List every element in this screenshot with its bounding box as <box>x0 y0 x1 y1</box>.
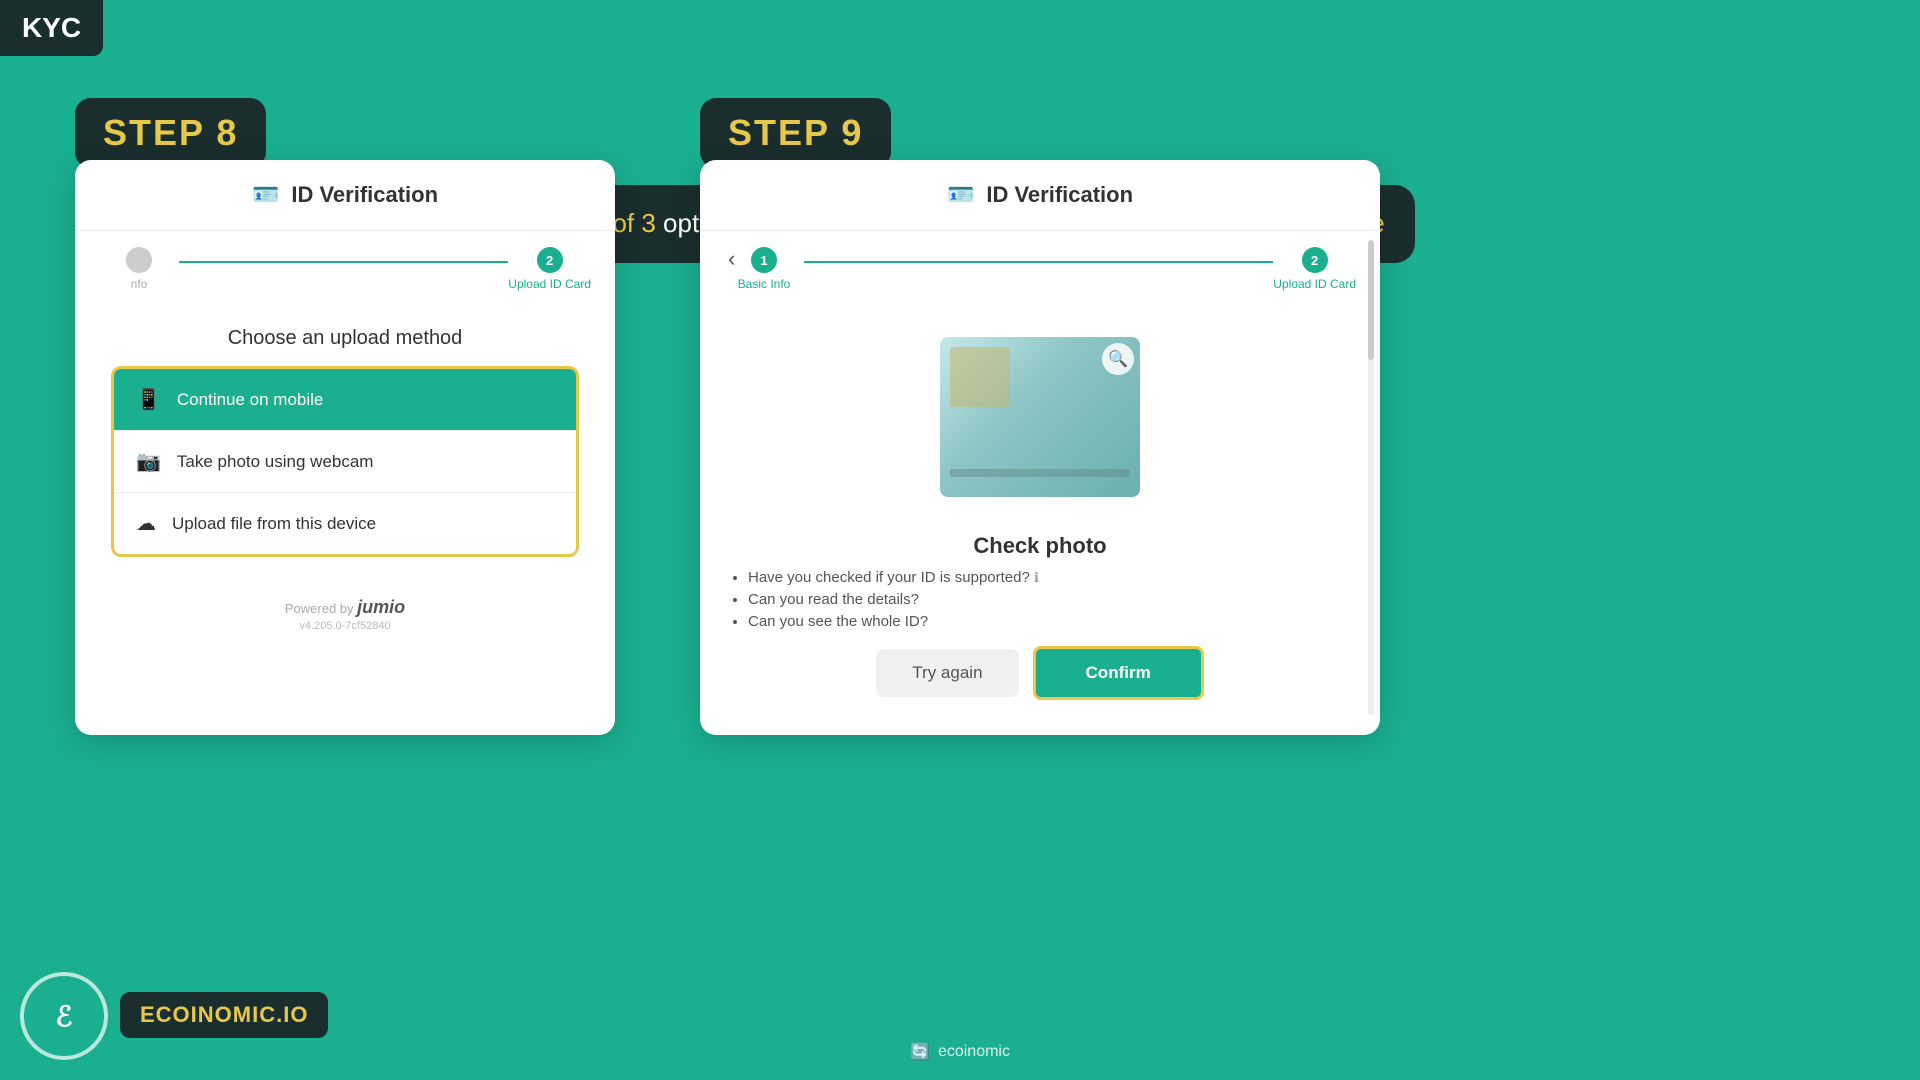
upload-option-list: 📱 Continue on mobile 📷 Take photo using … <box>111 366 579 557</box>
zoom-button[interactable]: 🔍 <box>1102 343 1134 375</box>
powered-by-text: Powered by <box>285 601 357 616</box>
left-step1-circle <box>126 247 152 273</box>
scroll-indicator <box>1368 240 1374 715</box>
upload-icon: ☁ <box>136 511 156 536</box>
upload-method-title: Choose an upload method <box>75 327 615 350</box>
brand-name: ECOINOMIC.IO <box>120 992 328 1038</box>
right-panel-header: 🪪 ID Verification <box>700 160 1380 231</box>
step9-label: STEP 9 <box>700 98 891 168</box>
webcam-icon: 📷 <box>136 449 161 474</box>
back-button[interactable]: ‹ <box>718 242 745 276</box>
left-progress-bar: nfo 2 Upload ID Card <box>75 231 615 307</box>
left-step1-label: nfo <box>131 277 148 291</box>
right-step1-circle: 1 <box>751 247 777 273</box>
right-progress-bar: 1 Basic Info 2 Upload ID Card <box>700 231 1380 307</box>
left-step2-label: Upload ID Card <box>508 277 591 291</box>
bottom-logo-text: ecoinomic <box>938 1043 1010 1061</box>
left-progress-line <box>179 261 508 263</box>
right-panel: 🪪 ID Verification 1 Basic Info 2 Upload … <box>700 160 1380 735</box>
scroll-thumb <box>1368 240 1374 360</box>
check-item-2-text: Can you read the details? <box>748 591 919 608</box>
version-number: v4.205.0-7cf52840 <box>75 620 615 632</box>
check-item-1: Have you checked if your ID is supported… <box>748 569 1380 586</box>
option-webcam[interactable]: 📷 Take photo using webcam <box>114 431 576 493</box>
left-step2: 2 Upload ID Card <box>508 247 591 291</box>
left-step2-circle: 2 <box>537 247 563 273</box>
id-image-container: 🔍 <box>740 317 1340 517</box>
kyc-badge: KYC <box>0 0 103 56</box>
option-upload-file-label: Upload file from this device <box>172 514 376 534</box>
right-panel-title: ID Verification <box>986 182 1133 208</box>
bottom-logo-icon: 🔄 <box>910 1042 930 1062</box>
check-item-1-text: Have you checked if your ID is supported… <box>748 569 1030 586</box>
right-progress-line <box>804 261 1273 263</box>
logo-circle: ℰ <box>20 972 108 1060</box>
option-upload-file[interactable]: ☁ Upload file from this device <box>114 493 576 554</box>
option-webcam-label: Take photo using webcam <box>177 452 374 472</box>
right-step1-label: Basic Info <box>738 277 791 291</box>
check-item-3: Can you see the whole ID? <box>748 613 1380 630</box>
check-item-3-text: Can you see the whole ID? <box>748 613 928 630</box>
id-card-image: 🔍 <box>940 337 1140 497</box>
logo-symbol: ℰ <box>56 1000 73 1033</box>
action-buttons: Try again Confirm <box>700 646 1380 700</box>
right-step2: 2 Upload ID Card <box>1273 247 1356 291</box>
mobile-icon: 📱 <box>136 387 161 412</box>
id-card-icon: 🪪 <box>252 182 279 208</box>
bottom-logo: 🔄 ecoinomic <box>910 1042 1010 1062</box>
right-step2-circle: 2 <box>1302 247 1328 273</box>
jumio-brand: jumio <box>357 597 405 617</box>
check-photo-list: Have you checked if your ID is supported… <box>700 569 1380 630</box>
left-panel-header: 🪪 ID Verification <box>75 160 615 231</box>
step8-label: STEP 8 <box>75 98 266 168</box>
option-continue-mobile-label: Continue on mobile <box>177 390 323 410</box>
check-item-2: Can you read the details? <box>748 591 1380 608</box>
left-panel: 🪪 ID Verification nfo 2 Upload ID Card C… <box>75 160 615 735</box>
info-icon-1: ℹ <box>1034 570 1039 585</box>
powered-by: Powered by jumio v4.205.0-7cf52840 <box>75 597 615 632</box>
try-again-button[interactable]: Try again <box>876 649 1018 697</box>
left-step1: nfo <box>99 247 179 291</box>
option-continue-mobile[interactable]: 📱 Continue on mobile <box>114 369 576 431</box>
left-panel-title: ID Verification <box>291 182 438 208</box>
confirm-button[interactable]: Confirm <box>1033 646 1204 700</box>
check-photo-title: Check photo <box>700 533 1380 559</box>
right-step2-label: Upload ID Card <box>1273 277 1356 291</box>
right-id-card-icon: 🪪 <box>947 182 974 208</box>
